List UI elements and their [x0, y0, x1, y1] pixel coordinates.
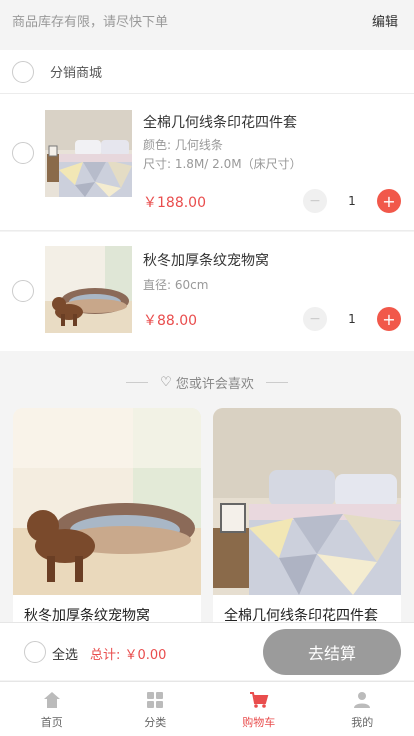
pet-bed-image[interactable]: [45, 246, 132, 333]
shop-header: 分销商城: [0, 50, 414, 94]
item-spec-diameter: 直径: 60cm: [143, 278, 209, 292]
recommend-item-name[interactable]: 全棉几何线条印花四件套: [213, 595, 401, 625]
item-spec-color: 颜色: 几何线条: [143, 138, 223, 152]
bedding-image[interactable]: [45, 110, 132, 197]
select-all-label[interactable]: 全选: [52, 644, 78, 663]
category-icon: [147, 692, 164, 708]
item-select-radio[interactable]: [12, 142, 34, 164]
checkout-bar: 全选 总计: ￥0.00 去结算: [0, 622, 414, 680]
item-select-radio[interactable]: [12, 280, 34, 302]
tab-label: 首页: [40, 716, 63, 729]
recommend-card[interactable]: 全棉几何线条印花四件套: [213, 408, 401, 638]
quantity-value[interactable]: 1: [337, 194, 367, 208]
total-price: 总计: ￥0.00: [90, 648, 167, 663]
home-icon: [43, 692, 60, 708]
cart-icon: [249, 692, 269, 708]
stock-notice-text: 商品库存有限，请尽快下单: [12, 14, 169, 30]
item-spec-size: 尺寸: 1.8M/ 2.0M（床尺寸）: [143, 157, 302, 171]
shop-select-radio[interactable]: [12, 60, 34, 83]
recommend-header: ♡ 您或许会喜欢: [0, 369, 414, 395]
pet-bed-image[interactable]: [13, 408, 201, 595]
item-spec: 颜色: 几何线条尺寸: 1.8M/ 2.0M（床尺寸）: [143, 136, 393, 174]
increase-button[interactable]: +: [377, 307, 401, 331]
increase-button[interactable]: +: [377, 189, 401, 213]
select-all-radio[interactable]: [24, 641, 46, 663]
tab-home[interactable]: 首页: [0, 682, 104, 736]
bedding-image[interactable]: [213, 408, 401, 595]
cart-item: 秋冬加厚条纹宠物窝 直径: 60cm ￥88.00 − 1 +: [0, 232, 414, 351]
tab-label: 购物车: [242, 716, 276, 729]
tab-label: 分类: [144, 716, 167, 729]
cart-item: 全棉几何线条印花四件套 颜色: 几何线条尺寸: 1.8M/ 2.0M（床尺寸） …: [0, 94, 414, 231]
recommend-item-name[interactable]: 秋冬加厚条纹宠物窝: [13, 595, 201, 625]
tab-profile[interactable]: 我的: [311, 682, 414, 736]
user-icon: [354, 692, 371, 708]
divider-line: [265, 381, 288, 383]
tab-label: 我的: [351, 716, 374, 729]
bottom-tabbar: 首页 分类 购物车 我的: [0, 681, 414, 736]
recommend-title: 您或许会喜欢: [175, 376, 254, 392]
quantity-value[interactable]: 1: [337, 312, 367, 326]
quantity-stepper: − 1 +: [303, 307, 401, 331]
decrease-button[interactable]: −: [303, 189, 327, 213]
tab-cart[interactable]: 购物车: [207, 682, 311, 736]
stock-notice-bar: 商品库存有限，请尽快下单 编辑: [0, 0, 414, 40]
tab-category[interactable]: 分类: [104, 682, 208, 736]
item-title[interactable]: 秋冬加厚条纹宠物窝: [143, 250, 269, 270]
item-price: ￥88.00: [143, 313, 198, 329]
item-spec: 直径: 60cm: [143, 276, 393, 295]
shop-name: 分销商城: [50, 66, 103, 81]
decrease-button[interactable]: −: [303, 307, 327, 331]
edit-button[interactable]: 编辑: [372, 11, 398, 30]
heart-icon: ♡: [160, 374, 172, 390]
settle-button[interactable]: 去结算: [263, 629, 401, 675]
quantity-stepper: − 1 +: [303, 189, 401, 213]
recommend-card[interactable]: 秋冬加厚条纹宠物窝: [13, 408, 201, 638]
item-price: ￥188.00: [143, 195, 206, 211]
item-title[interactable]: 全棉几何线条印花四件套: [143, 112, 297, 132]
divider-line: [126, 381, 149, 383]
